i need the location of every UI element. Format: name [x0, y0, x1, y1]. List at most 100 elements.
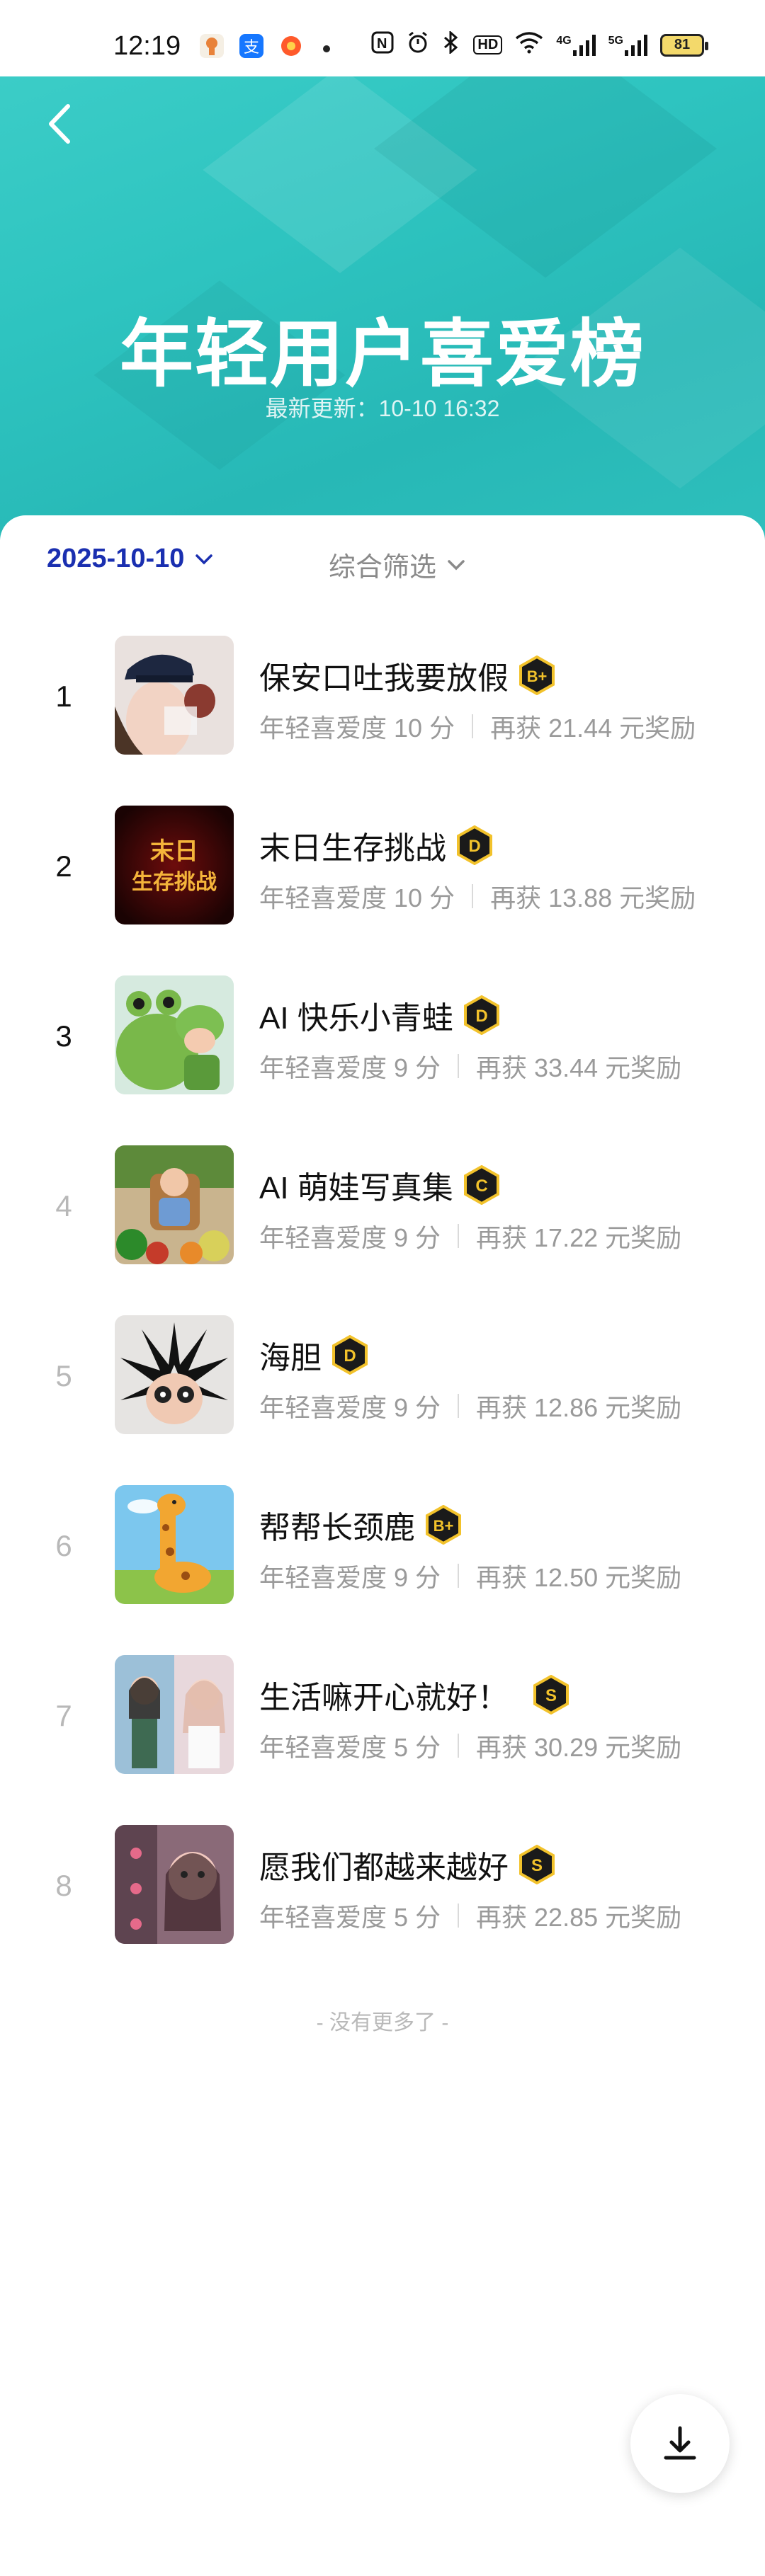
item-stats: 年轻喜爱度 9 分 再获 33.44 元奖励 — [259, 1048, 681, 1084]
divider — [458, 1394, 460, 1418]
shopping-app-icon — [279, 34, 303, 58]
svg-text:D: D — [468, 837, 480, 856]
love-score: 年轻喜爱度 9 分 — [259, 1563, 441, 1592]
reward-text: 再获 17.22 元奖励 — [476, 1223, 682, 1252]
date-filter[interactable]: 2025-10-10 — [47, 544, 214, 574]
item-title: 末日生存挑战 D — [259, 823, 494, 868]
sort-filter[interactable]: 综合筛选 — [329, 545, 466, 584]
item-stats: 年轻喜爱度 9 分 再获 12.86 元奖励 — [259, 1387, 681, 1424]
list-item[interactable]: 6 帮帮长颈鹿 B+ 年轻喜爱度 9 分 再获 12.50 元奖励 — [0, 1485, 765, 1655]
hd-icon: HD — [473, 35, 503, 55]
item-title: 生活嘛开心就好！ S — [259, 1672, 571, 1717]
item-title: 愿我们都越来越好 S — [259, 1842, 557, 1887]
alipay-icon: 支 — [239, 34, 264, 58]
download-icon — [664, 2426, 696, 2460]
rank-number: 7 — [55, 1699, 72, 1732]
status-time: 12:19 — [113, 31, 181, 61]
item-stats: 年轻喜爱度 5 分 再获 30.29 元奖励 — [259, 1727, 681, 1764]
notification-dot — [323, 45, 330, 52]
no-more-text: - 没有更多了 - — [316, 2011, 449, 2034]
wifi-icon — [515, 31, 543, 59]
download-button[interactable] — [630, 2394, 730, 2493]
reward-text: 再获 22.85 元奖励 — [476, 1903, 682, 1932]
thumbnail-image — [115, 1145, 234, 1264]
item-stats: 年轻喜爱度 5 分 再获 22.85 元奖励 — [259, 1897, 681, 1934]
update-time: 最新更新：10-10 16:32 — [265, 396, 500, 421]
item-title: 海胆 D — [259, 1332, 370, 1378]
status-icons: N HD 4G 5G 81 — [371, 30, 708, 59]
svg-text:S: S — [531, 1856, 543, 1875]
grade-badge-icon: S — [519, 1845, 555, 1884]
back-button[interactable] — [40, 99, 82, 149]
rank-number: 4 — [55, 1189, 72, 1223]
thumbnail-image — [115, 1655, 234, 1774]
item-stats: 年轻喜爱度 9 分 再获 17.22 元奖励 — [259, 1218, 681, 1254]
rank-number: 6 — [55, 1529, 72, 1562]
svg-text:N: N — [377, 36, 387, 52]
rank-number: 3 — [55, 1019, 72, 1053]
nfc-icon: N — [371, 31, 394, 59]
rank-number: 2 — [55, 849, 72, 883]
item-title: AI 萌娃写真集 C — [259, 1162, 502, 1208]
rank-number: 8 — [55, 1869, 72, 1902]
love-score: 年轻喜爱度 9 分 — [259, 1053, 441, 1082]
divider — [458, 1224, 460, 1248]
ranking-sheet: 2025-10-10 综合筛选 1 保安口吐我要放假 B+ 年轻喜爱度 10 分… — [0, 515, 765, 2576]
item-title: AI 快乐小青蛙 D — [259, 992, 502, 1038]
reward-text: 再获 12.50 元奖励 — [476, 1563, 682, 1592]
list-item[interactable]: 2 末日 生存挑战 末日生存挑战 D 年轻喜爱度 10 分 再获 13.88 元… — [0, 806, 765, 975]
love-score: 年轻喜爱度 5 分 — [259, 1903, 441, 1932]
list-item[interactable]: 3 AI 快乐小青蛙 D 年轻喜爱度 9 分 再获 33.44 元奖励 — [0, 975, 765, 1145]
app-notification-icon — [200, 34, 224, 58]
ranking-list: 1 保安口吐我要放假 B+ 年轻喜爱度 10 分 再获 21.44 元奖励 2 … — [0, 636, 765, 1995]
header-banner: 年轻用户喜爱榜 最新更新：10-10 16:32 — [0, 0, 765, 566]
love-score: 年轻喜爱度 9 分 — [259, 1223, 441, 1252]
love-score: 年轻喜爱度 5 分 — [259, 1733, 441, 1762]
grade-badge-icon: D — [332, 1335, 368, 1375]
item-stats: 年轻喜爱度 9 分 再获 12.50 元奖励 — [259, 1557, 681, 1594]
item-title: 保安口吐我要放假 B+ — [259, 653, 557, 698]
reward-text: 再获 13.88 元奖励 — [490, 883, 696, 912]
divider — [472, 884, 474, 908]
item-stats: 年轻喜爱度 10 分 再获 21.44 元奖励 — [259, 708, 696, 745]
grade-badge-icon: D — [457, 825, 492, 865]
thumbnail-image — [115, 975, 234, 1094]
love-score: 年轻喜爱度 10 分 — [259, 883, 455, 912]
love-score: 年轻喜爱度 10 分 — [259, 714, 455, 743]
reward-text: 再获 30.29 元奖励 — [476, 1733, 682, 1762]
signal-icon-2: 5G — [608, 34, 647, 56]
divider — [458, 1564, 460, 1588]
item-title: 帮帮长颈鹿 B+ — [259, 1502, 463, 1547]
alarm-icon — [407, 31, 429, 59]
divider — [458, 1904, 460, 1928]
reward-text: 再获 33.44 元奖励 — [476, 1053, 682, 1082]
thumbnail-image — [115, 1315, 234, 1434]
item-stats: 年轻喜爱度 10 分 再获 13.88 元奖励 — [259, 878, 696, 915]
svg-text:B+: B+ — [527, 668, 548, 685]
divider — [458, 1734, 460, 1758]
chevron-down-icon — [196, 554, 213, 564]
thumbnail-image — [115, 636, 234, 755]
list-item[interactable]: 1 保安口吐我要放假 B+ 年轻喜爱度 10 分 再获 21.44 元奖励 — [0, 636, 765, 806]
rank-number: 5 — [55, 1359, 72, 1392]
battery-indicator: 81 — [660, 33, 708, 57]
svg-text:C: C — [475, 1177, 487, 1196]
svg-text:D: D — [344, 1346, 356, 1366]
list-item[interactable]: 7 生活嘛开心就好！ S 年轻喜爱度 5 分 再获 30.29 元奖励 — [0, 1655, 765, 1825]
grade-badge-icon: B+ — [426, 1505, 461, 1545]
list-item[interactable]: 4 AI 萌娃写真集 C 年轻喜爱度 9 分 再获 17.22 元奖励 — [0, 1145, 765, 1315]
svg-text:B+: B+ — [434, 1517, 454, 1535]
reward-text: 再获 12.86 元奖励 — [476, 1393, 682, 1422]
reward-text: 再获 21.44 元奖励 — [490, 714, 696, 743]
divider — [458, 1054, 460, 1078]
svg-text:S: S — [545, 1686, 557, 1705]
svg-text:支: 支 — [244, 39, 259, 57]
grade-badge-icon: B+ — [519, 656, 555, 695]
svg-text:末日: 末日 — [150, 837, 198, 866]
thumbnail-image: 末日 生存挑战 — [115, 806, 234, 925]
svg-text:D: D — [475, 1007, 487, 1026]
list-item[interactable]: 8 愿我们都越来越好 S 年轻喜爱度 5 分 再获 22.85 元奖励 — [0, 1825, 765, 1995]
grade-badge-icon: D — [463, 995, 499, 1035]
svg-text:生存挑战: 生存挑战 — [132, 870, 217, 895]
list-item[interactable]: 5 海胆 D 年轻喜爱度 9 分 再获 12.86 元奖励 — [0, 1315, 765, 1485]
